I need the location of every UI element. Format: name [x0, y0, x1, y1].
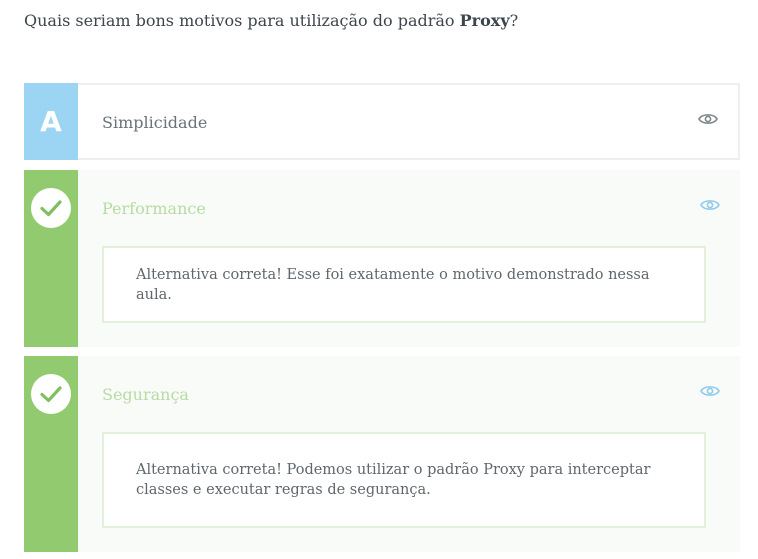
- alternative-label: Segurança: [102, 385, 189, 404]
- question-text-after: ?: [509, 11, 519, 30]
- question-text: Quais seriam bons motivos para utilizaçã…: [24, 10, 518, 32]
- alternative-c[interactable]: Segurança Alternativa correta! Podemos u…: [24, 356, 740, 552]
- alternative-b[interactable]: Performance Alternativa correta! Esse fo…: [24, 170, 740, 347]
- alternative-letter: A: [40, 105, 62, 138]
- feedback-text: Alternativa correta! Esse foi exatamente…: [136, 266, 650, 303]
- alternative-letter-badge: A: [24, 83, 78, 160]
- alternative-label: Performance: [102, 199, 206, 218]
- alternative-a[interactable]: A Simplicidade: [24, 83, 740, 160]
- feedback-text: Alternativa correta! Podemos utilizar o …: [136, 462, 651, 498]
- check-icon: [31, 374, 71, 414]
- check-icon: [31, 188, 71, 228]
- eye-icon[interactable]: [698, 112, 718, 126]
- question-text-before: Quais seriam bons motivos para utilizaçã…: [24, 11, 460, 30]
- alternative-status-bar: [24, 170, 78, 347]
- feedback-box: Alternativa correta! Podemos utilizar o …: [102, 432, 706, 528]
- feedback-box: Alternativa correta! Esse foi exatamente…: [102, 246, 706, 323]
- alternative-label: Simplicidade: [102, 113, 208, 132]
- question-highlight: Proxy: [459, 11, 510, 30]
- eye-icon[interactable]: [700, 384, 720, 398]
- eye-icon[interactable]: [700, 198, 720, 212]
- alternative-status-bar: [24, 356, 78, 552]
